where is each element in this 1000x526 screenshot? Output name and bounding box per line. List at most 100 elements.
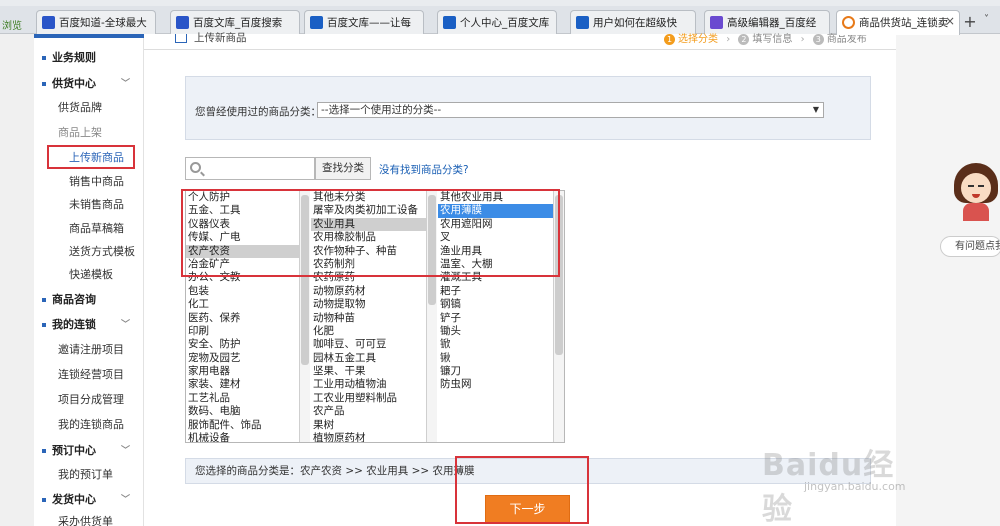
category-item[interactable]: 服饰配件、饰品: [186, 419, 299, 432]
sidebar-section-business-rules[interactable]: 业务规则: [34, 48, 144, 68]
category-item[interactable]: 园林五金工具: [311, 352, 426, 365]
tab-label: 用户如何在超级快: [593, 17, 677, 29]
step-2-label: 填写信息: [752, 34, 793, 45]
category-item[interactable]: 动物种苗: [311, 312, 426, 325]
sidebar-section-label: 供货中心: [52, 77, 96, 90]
sidebar-item-my-bookings[interactable]: 我的预订单: [34, 465, 144, 485]
chevron-down-icon: ﹀: [120, 495, 130, 505]
sidebar-top-accent: [34, 34, 144, 38]
tab-baidu-wenku[interactable]: 百度文库——让每: [304, 10, 424, 34]
browser-left-label[interactable]: 浏览: [0, 14, 32, 34]
sidebar-section-product-inquiry[interactable]: 商品咨询: [34, 290, 144, 310]
support-avatar-icon[interactable]: [954, 163, 998, 221]
category-not-found-link[interactable]: 没有找到商品分类?: [379, 162, 469, 177]
chevron-down-icon: ﹀: [120, 446, 130, 456]
category-item[interactable]: 机械设备: [186, 432, 299, 442]
sidebar-section-booking[interactable]: 预订中心 ﹀: [34, 441, 144, 461]
category-item[interactable]: 锄头: [438, 325, 553, 338]
category-item[interactable]: 农产品: [311, 405, 426, 418]
sidebar-item-express-template[interactable]: 快递模板: [34, 265, 144, 285]
category-item[interactable]: 包装: [186, 285, 299, 298]
new-tab-button[interactable]: +: [961, 14, 979, 32]
category-item[interactable]: 化工: [186, 298, 299, 311]
tab-personal-center[interactable]: 个人中心_百度文库: [437, 10, 557, 34]
category-item[interactable]: 咖啡豆、可可豆: [311, 338, 426, 351]
category-item[interactable]: 镰刀: [438, 365, 553, 378]
close-icon[interactable]: ×: [945, 14, 955, 28]
category-item[interactable]: 植物原药材: [311, 432, 426, 442]
bullet-icon: [42, 449, 46, 453]
sidebar-item-purchase-orders[interactable]: 采办供货单: [34, 515, 144, 526]
category-item[interactable]: 工业用动植物油: [311, 378, 426, 391]
sidebar-item-listing[interactable]: 商品上架: [34, 123, 144, 143]
bookmark-strip: [0, 0, 1000, 6]
sidebar-item-revenue-share[interactable]: 项目分成管理: [34, 390, 144, 410]
doc-icon: [443, 16, 456, 29]
sidebar-item-my-chain-products[interactable]: 我的连锁商品: [34, 415, 144, 435]
tab-product-supply[interactable]: 商品供货站_连锁卖 ×: [836, 10, 960, 35]
dropdown-arrow-icon: ▼: [812, 105, 819, 114]
sidebar-section-my-chain[interactable]: 我的连锁 ﹀: [34, 315, 144, 335]
category-item[interactable]: 工农业用塑料制品: [311, 392, 426, 405]
step-1-icon: 1: [664, 34, 675, 45]
find-category-button[interactable]: 查找分类: [315, 157, 371, 180]
category-item[interactable]: 动物提取物: [311, 298, 426, 311]
sidebar-item-unsold[interactable]: 未销售商品: [34, 195, 144, 215]
sidebar-section-shipping[interactable]: 发货中心 ﹀: [34, 490, 144, 510]
sidebar-item-on-sale[interactable]: 销售中商品: [34, 172, 144, 192]
search-icon: [190, 162, 201, 173]
tab-list-button[interactable]: ˅: [984, 14, 1000, 32]
used-categories-select[interactable]: --选择一个使用过的分类-- ▼: [317, 102, 824, 118]
ask-question-button[interactable]: 有问题点我: [940, 236, 1000, 257]
avatar-mouth: [972, 194, 980, 198]
sidebar-section-label: 发货中心: [52, 493, 96, 506]
paw-icon: [42, 16, 55, 29]
category-item[interactable]: 坚果、干果: [311, 365, 426, 378]
category-item[interactable]: 动物原药材: [311, 285, 426, 298]
tab-baidu-zhidao[interactable]: 百度知道-全球最大: [36, 10, 156, 34]
category-search-input[interactable]: [185, 157, 315, 180]
step-3-icon: 3: [812, 34, 824, 45]
bullet-icon: [42, 498, 46, 502]
category-item[interactable]: 化肥: [311, 325, 426, 338]
tab-label: 百度知道-全球最大: [59, 17, 147, 29]
tab-label: 高级编辑器_百度经: [727, 17, 817, 29]
category-item[interactable]: 耙子: [438, 285, 553, 298]
sidebar-item-shipping-template[interactable]: 送货方式模板: [34, 242, 144, 262]
used-categories-label: 您曾经使用过的商品分类：: [195, 106, 321, 118]
category-item[interactable]: 铲子: [438, 312, 553, 325]
sidebar-item-chain-projects[interactable]: 连锁经营项目: [34, 365, 144, 385]
category-item[interactable]: 家用电器: [186, 365, 299, 378]
highlight-upload-new: [47, 145, 135, 169]
highlight-category-lists: [181, 189, 560, 277]
sidebar-item-invite[interactable]: 邀请注册项目: [34, 340, 144, 360]
category-item[interactable]: 果树: [311, 419, 426, 432]
category-item[interactable]: 防虫网: [438, 378, 553, 391]
sidebar-section-label: 我的连锁: [52, 318, 96, 331]
category-item[interactable]: 医药、保养: [186, 312, 299, 325]
sidebar-item-supply-brand[interactable]: 供货品牌: [34, 98, 144, 118]
category-item[interactable]: 宠物及园艺: [186, 352, 299, 365]
browser-tab-bar: 浏览 百度知道-全球最大 百度文库_百度搜索 百度文库——让每 个人中心_百度文…: [0, 0, 1000, 35]
tab-label: 个人中心_百度文库: [460, 17, 550, 29]
category-item[interactable]: 印刷: [186, 325, 299, 338]
bullet-icon: [42, 56, 46, 60]
watermark-url: jingyan.baidu.com: [804, 480, 906, 493]
step-separator: ›: [726, 34, 731, 45]
category-item[interactable]: 锨: [438, 338, 553, 351]
paw-icon: [176, 16, 189, 29]
sidebar-section-supply-center[interactable]: 供货中心 ﹀: [34, 74, 144, 94]
tab-label: 商品供货站_连锁卖: [859, 17, 949, 29]
category-item[interactable]: 工艺礼品: [186, 392, 299, 405]
upload-icon: [175, 34, 187, 43]
avatar-body: [963, 203, 989, 221]
sidebar-item-drafts[interactable]: 商品草稿箱: [34, 219, 144, 239]
category-item[interactable]: 锹: [438, 352, 553, 365]
used-categories-panel: 您曾经使用过的商品分类： --选择一个使用过的分类-- ▼: [185, 76, 871, 140]
category-item[interactable]: 钢镐: [438, 298, 553, 311]
sidebar-section-label: 商品咨询: [52, 293, 96, 306]
grid-icon: [710, 16, 723, 29]
category-item[interactable]: 家装、建材: [186, 378, 299, 391]
category-item[interactable]: 安全、防护: [186, 338, 299, 351]
category-item[interactable]: 数码、电脑: [186, 405, 299, 418]
